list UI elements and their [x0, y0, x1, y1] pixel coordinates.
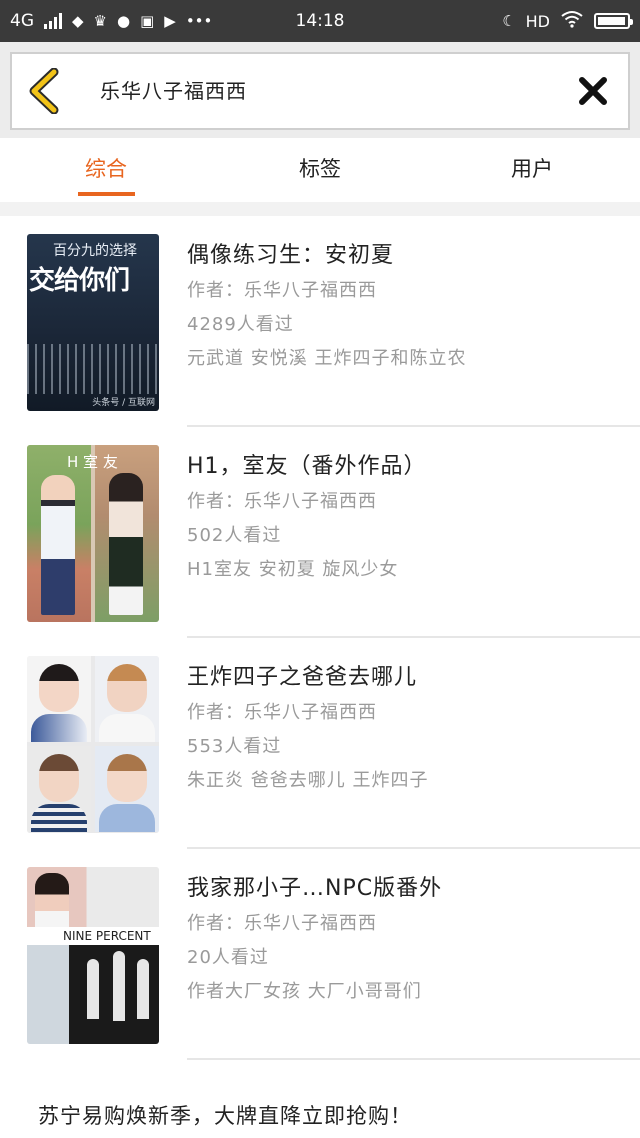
cover-shirt: [99, 714, 155, 742]
result-item[interactable]: NINE PERCENT 我家那小子…NPC版番外 作者：乐华八子福西西 20人…: [0, 849, 640, 1060]
result-author: 作者：乐华八子福西西: [187, 491, 377, 512]
cover-shirt: [31, 714, 87, 742]
result-info: H1，室友（番外作品） 作者：乐华八子福西西 502人看过 H1室友 安初夏 旋…: [187, 449, 630, 587]
battery-icon: [594, 13, 633, 29]
cover-portrait: [27, 656, 91, 742]
result-views: 502人看过: [187, 525, 282, 546]
cover-figure: [113, 951, 125, 1021]
cover-person: [41, 475, 75, 615]
cover-caption: 百分九的选择: [53, 243, 137, 259]
ad-banner[interactable]: 苏宁易购焕新季，大牌直降立即抢购！: [38, 1098, 628, 1134]
cover-person: [109, 473, 143, 615]
search-box[interactable]: 乐华八子福西西: [10, 52, 630, 130]
ad-text[interactable]: 苏宁易购焕新季，大牌直降立即抢购！: [38, 1104, 412, 1128]
result-author: 作者：乐华八子福西西: [187, 702, 377, 723]
cover-image[interactable]: NINE PERCENT: [27, 867, 159, 1044]
result-views: 20人看过: [187, 947, 269, 968]
result-item[interactable]: 百分九的选择 交给你们 头条号 / 互联网 偶像练习生：安初夏 作者：乐华八子福…: [0, 216, 640, 427]
result-views: 553人看过: [187, 736, 282, 757]
cover-portrait: [95, 656, 159, 742]
wifi-icon: [560, 10, 584, 33]
cover-figure: [87, 959, 99, 1019]
cover-shirt: [99, 804, 155, 832]
back-button[interactable]: [26, 67, 66, 115]
status-bar: 4G ◆ ♛ ● ▣ ▶ ••• 14:18 ☾ HD: [0, 0, 640, 42]
result-item[interactable]: H 室 友 H1，室友（番外作品） 作者：乐华八子福西西 502人看过 H1室友…: [0, 427, 640, 638]
item-divider: [187, 1058, 640, 1060]
cover-face: [107, 664, 147, 712]
result-info: 王炸四子之爸爸去哪儿 作者：乐华八子福西西 553人看过 朱正炎 爸爸去哪儿 王…: [187, 660, 630, 798]
status-right: ☾ HD: [502, 0, 633, 42]
cover-image[interactable]: 百分九的选择 交给你们 头条号 / 互联网: [27, 234, 159, 411]
clear-button[interactable]: [576, 74, 610, 108]
result-title[interactable]: 王炸四子之爸爸去哪儿: [187, 660, 630, 696]
result-item[interactable]: 王炸四子之爸爸去哪儿 作者：乐华八子福西西 553人看过 朱正炎 爸爸去哪儿 王…: [0, 638, 640, 849]
cover-stage-art: [27, 344, 159, 394]
chevron-left-icon: [29, 67, 59, 115]
cover-shirt: [31, 804, 87, 832]
cover-face: [39, 754, 79, 802]
cover-portrait: [95, 746, 159, 832]
cover-face: [107, 754, 147, 802]
cover-person: [35, 873, 69, 927]
result-info: 偶像练习生：安初夏 作者：乐华八子福西西 4289人看过 元武道 安悦溪 王炸四…: [187, 238, 630, 376]
cover-headline: 交给你们: [29, 266, 130, 296]
close-icon: [579, 77, 607, 105]
cover-caption: NINE PERCENT: [27, 927, 159, 945]
result-author: 作者：乐华八子福西西: [187, 913, 377, 934]
result-tags: 作者大厂女孩 大厂小哥哥们: [187, 981, 422, 1002]
result-title[interactable]: 偶像练习生：安初夏: [187, 238, 630, 274]
result-tags: 元武道 安悦溪 王炸四子和陈立农: [187, 348, 467, 369]
cover-face: [39, 664, 79, 712]
search-query[interactable]: 乐华八子福西西: [100, 54, 247, 128]
result-info: 我家那小子…NPC版番外 作者：乐华八子福西西 20人看过 作者大厂女孩 大厂小…: [187, 871, 630, 1009]
search-header: 乐华八子福西西: [0, 42, 640, 138]
active-tab-indicator: [78, 192, 135, 196]
section-divider: [0, 202, 640, 216]
moon-icon: ☾: [502, 11, 516, 30]
cover-portrait: [27, 746, 91, 832]
result-author: 作者：乐华八子福西西: [187, 280, 377, 301]
cover-caption: H 室 友: [67, 453, 118, 471]
tab-tags[interactable]: 标签: [260, 138, 380, 202]
tab-users[interactable]: 用户: [472, 138, 592, 202]
result-tags: 朱正炎 爸爸去哪儿 王炸四子: [187, 770, 429, 791]
result-title[interactable]: H1，室友（番外作品）: [187, 449, 630, 485]
cover-figure: [137, 959, 149, 1019]
result-tags: H1室友 安初夏 旋风少女: [187, 559, 399, 580]
cover-image[interactable]: H 室 友: [27, 445, 159, 622]
result-views: 4289人看过: [187, 314, 294, 335]
cover-watermark: 头条号 / 互联网: [92, 398, 155, 408]
result-title[interactable]: 我家那小子…NPC版番外: [187, 871, 630, 907]
cover-image[interactable]: [27, 656, 159, 833]
hd-label: HD: [525, 11, 550, 31]
